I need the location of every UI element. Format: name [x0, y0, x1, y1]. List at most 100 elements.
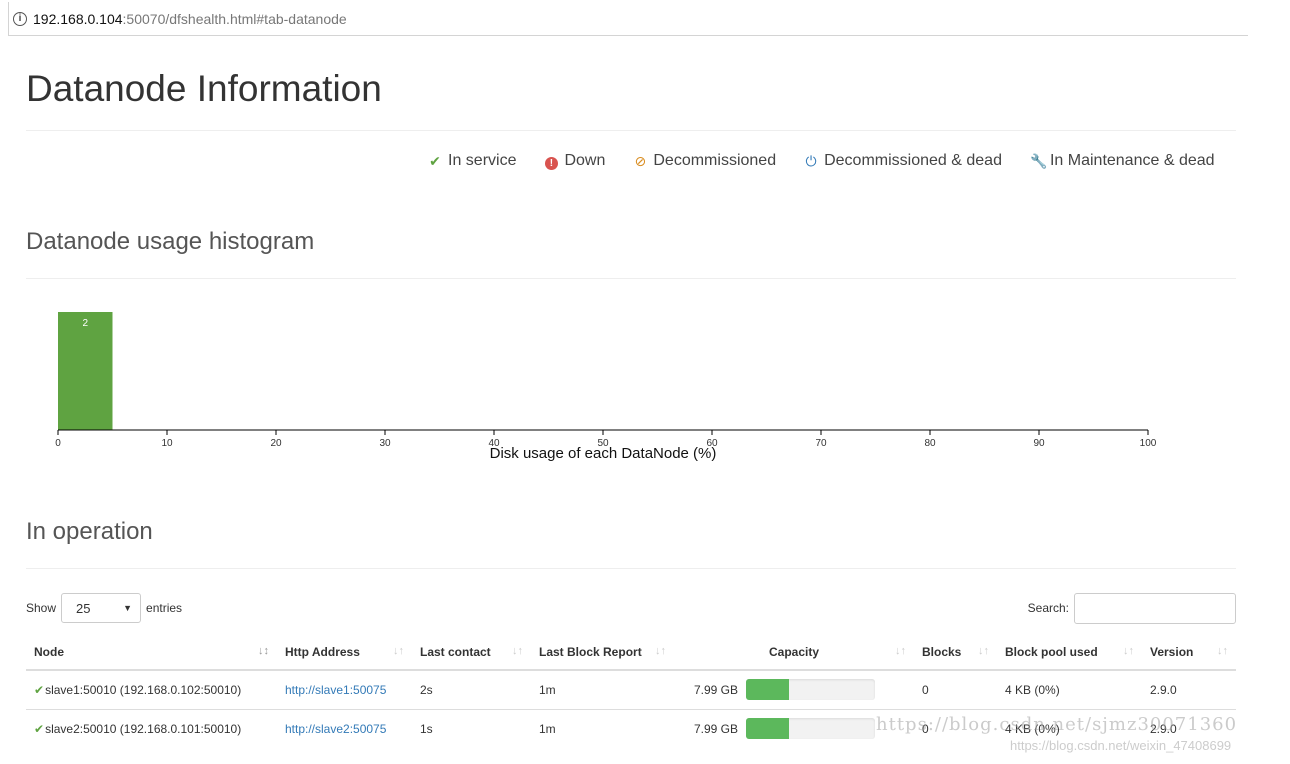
- sort-icon: ↓↑: [393, 645, 404, 657]
- last-block-report-cell: 1m: [531, 669, 674, 709]
- col-header-blocks[interactable]: Blocks ↓↑: [914, 634, 997, 671]
- show-label: Show: [26, 601, 57, 615]
- table-controls: Show 25 ▼ entries Search:: [26, 592, 1236, 624]
- url-path: :50070/dfshealth.html#tab-datanode: [122, 10, 347, 27]
- x-tick-label: 80: [924, 438, 936, 449]
- url-host: 192.168.0.104: [33, 10, 123, 27]
- x-tick-label: 20: [270, 438, 282, 449]
- capacity-bar: [746, 679, 875, 701]
- capacity-cell: 7.99 GB: [674, 669, 914, 709]
- sort-icon: ↓↑: [655, 645, 666, 657]
- usage-histogram: 2 0 10 20 30 40 50 60 70 80 90 100 Disk usage of eac…: [40, 290, 1180, 470]
- node-cell: ✔slave1:50010 (192.168.0.102:50010): [26, 669, 277, 709]
- last-contact-cell: 1s: [412, 708, 531, 748]
- http-address-link[interactable]: http://slave1:50075: [285, 683, 386, 697]
- capacity-value: 7.99 GB: [693, 682, 738, 697]
- col-header-http-address[interactable]: Http Address ↓↑: [277, 634, 412, 671]
- page-size-value: 25: [76, 600, 91, 616]
- x-axis-label: Disk usage of each DataNode (%): [490, 445, 717, 462]
- x-tick-label: 100: [1140, 438, 1157, 449]
- watermark: https://blog.csdn.net/sjmz30071360: [876, 714, 1238, 735]
- x-tick-label: 70: [815, 438, 827, 449]
- table-row: ✔slave1:50010 (192.168.0.102:50010) http…: [26, 669, 1236, 709]
- exclamation-circle-icon: !: [544, 153, 558, 170]
- x-tick-label: 10: [161, 438, 173, 449]
- legend-label: In Maintenance & dead: [1049, 152, 1215, 169]
- sort-icon: ↓↑: [895, 645, 906, 657]
- x-tick-label: 0: [55, 438, 61, 449]
- col-header-label: Last Block Report: [539, 644, 642, 659]
- histogram-bar-label: 2: [82, 318, 88, 329]
- capacity-bar-fill: [746, 718, 789, 740]
- histogram-heading: Datanode usage histogram: [26, 228, 315, 255]
- legend-label: Decommissioned: [653, 152, 777, 169]
- http-address-link[interactable]: http://slave2:50075: [285, 722, 386, 736]
- col-header-label: Blocks: [922, 644, 962, 659]
- blocks-cell: 0: [914, 669, 997, 709]
- col-header-label: Node: [34, 644, 64, 659]
- page-size-select[interactable]: 25 ▼: [61, 593, 142, 623]
- col-header-label: Block pool used: [1005, 644, 1098, 659]
- col-header-last-block-report[interactable]: Last Block Report ↓↑: [531, 634, 674, 671]
- version-cell: 2.9.0: [1142, 669, 1236, 709]
- block-pool-used-cell: 4 KB (0%): [997, 669, 1142, 709]
- power-icon: ⏻: [805, 152, 817, 169]
- col-header-last-contact[interactable]: Last contact ↓↑: [412, 634, 531, 671]
- node-cell: ✔slave2:50010 (192.168.0.101:50010): [26, 708, 277, 748]
- sort-icon: ↓↑: [1217, 645, 1228, 657]
- legend-label: Down: [564, 152, 606, 169]
- node-name: slave2:50010 (192.168.0.101:50010): [45, 721, 242, 736]
- address-bar[interactable]: i 192.168.0.104:50070/dfshealth.html#tab…: [8, 2, 1248, 36]
- ban-icon: ⊘: [634, 152, 647, 169]
- wrench-icon: 🔧: [1029, 152, 1048, 169]
- divider: [26, 568, 1236, 569]
- x-tick-label: 30: [379, 438, 391, 449]
- capacity-bar-fill: [746, 679, 789, 701]
- col-header-label: Capacity: [768, 644, 820, 659]
- search-control: Search:: [1028, 592, 1236, 624]
- col-header-label: Http Address: [285, 644, 360, 659]
- legend-in-service: ✔ In service: [428, 152, 516, 170]
- search-label: Search:: [1027, 601, 1069, 615]
- legend-label: Decommissioned & dead: [824, 152, 1002, 169]
- legend-maintenance-dead: 🔧 In Maintenance & dead: [1030, 152, 1215, 170]
- http-cell: http://slave2:50075: [277, 708, 412, 748]
- info-icon[interactable]: i: [13, 11, 27, 26]
- col-header-node[interactable]: Node ↓↕: [26, 634, 277, 671]
- col-header-block-pool-used[interactable]: Block pool used ↓↑: [997, 634, 1142, 671]
- last-block-report-cell: 1m: [531, 708, 674, 748]
- divider: [26, 130, 1236, 131]
- entries-label: entries: [146, 601, 183, 615]
- col-header-label: Last contact: [420, 644, 491, 659]
- page-size-control: Show 25 ▼ entries: [26, 592, 182, 624]
- watermark: https://blog.csdn.net/weixin_47408699: [1010, 738, 1232, 753]
- node-name: slave1:50010 (192.168.0.102:50010): [45, 682, 242, 697]
- operation-heading: In operation: [26, 518, 153, 545]
- sort-icon: ↓↑: [978, 645, 989, 657]
- check-icon: ✔: [34, 682, 45, 697]
- check-icon: ✔: [429, 152, 441, 169]
- legend-decommissioned: ⊘ Decommissioned: [633, 152, 777, 170]
- sort-icon: ↓↑: [512, 645, 523, 657]
- divider: [26, 278, 1236, 279]
- col-header-capacity[interactable]: Capacity ↓↑: [674, 634, 914, 671]
- search-input[interactable]: [1074, 592, 1236, 624]
- histogram-chart: 20 10 20 30 40 50 60 70 80 90 100Disk usage of eac…: [55, 312, 1157, 462]
- col-header-label: Version: [1150, 644, 1194, 659]
- status-legend: ✔ In service ! Down ⊘ Decommissioned ⏻ D…: [428, 152, 1215, 170]
- histogram-bar: [58, 312, 113, 430]
- caret-down-icon: ▼: [123, 603, 133, 613]
- page-title: Datanode Information: [26, 68, 382, 109]
- check-icon: ✔: [34, 721, 45, 736]
- legend-down: ! Down: [544, 152, 605, 170]
- sort-icon: ↓↑: [1123, 645, 1134, 657]
- http-cell: http://slave1:50075: [277, 669, 412, 709]
- last-contact-cell: 2s: [412, 669, 531, 709]
- capacity-bar: [746, 718, 875, 740]
- legend-decommissioned-dead: ⏻ Decommissioned & dead: [804, 152, 1002, 170]
- x-tick-label: 90: [1033, 438, 1045, 449]
- sort-asc-icon: ↓↕: [258, 645, 269, 657]
- capacity-value: 7.99 GB: [693, 721, 738, 736]
- legend-label: In service: [448, 152, 517, 169]
- col-header-version[interactable]: Version ↓↑: [1142, 634, 1236, 671]
